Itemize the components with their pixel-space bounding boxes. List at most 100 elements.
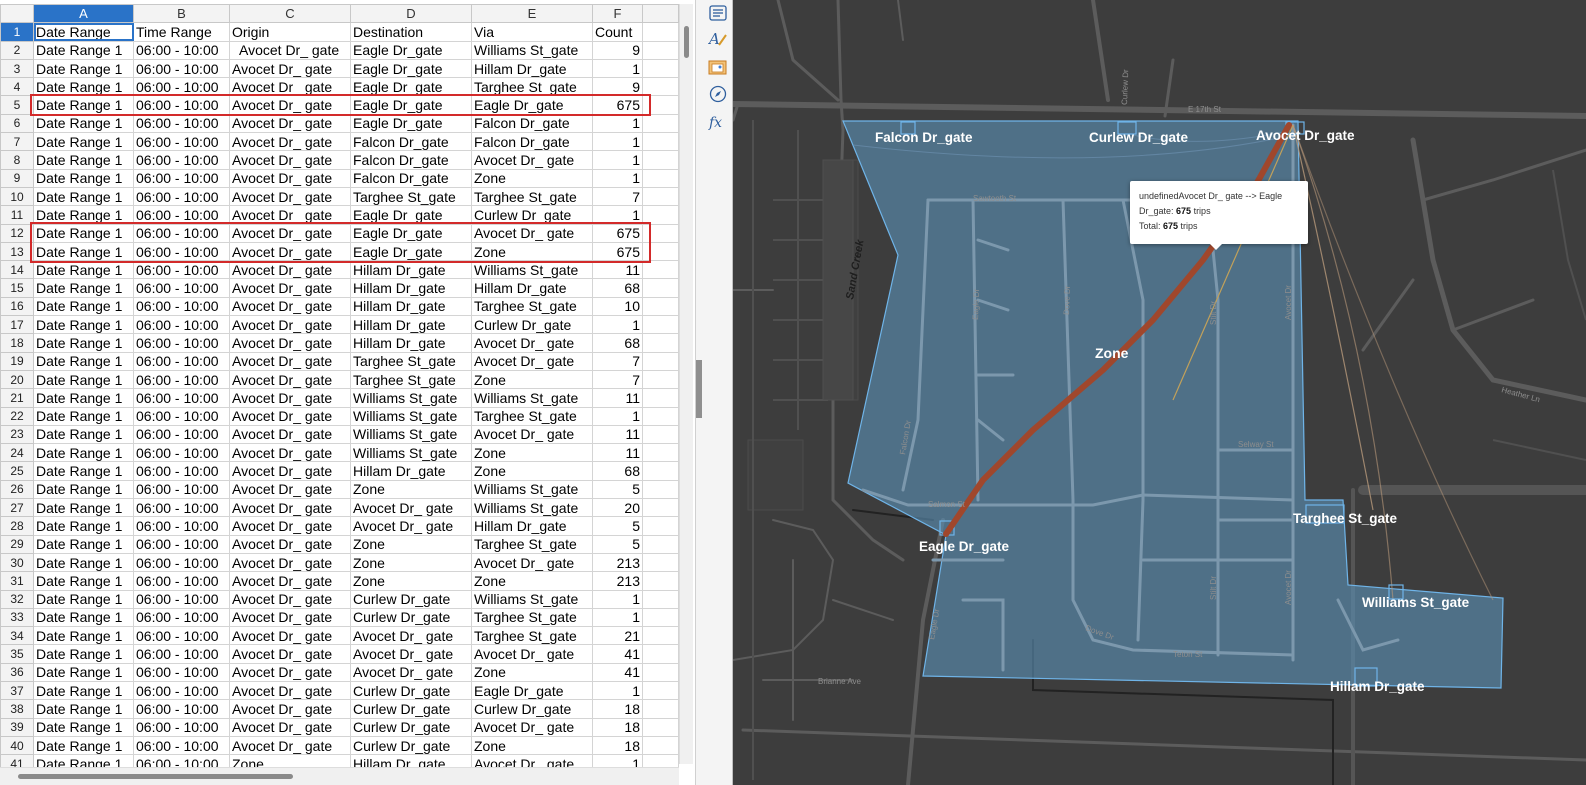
cell[interactable] bbox=[642, 77, 679, 97]
cell[interactable]: 06:00 - 10:00 bbox=[133, 498, 230, 518]
cell[interactable]: 06:00 - 10:00 bbox=[133, 552, 230, 573]
cell[interactable]: 41 bbox=[592, 644, 643, 664]
cell[interactable]: Targhee St_gate bbox=[471, 77, 593, 97]
cell[interactable]: Curlew Dr_gate bbox=[350, 680, 472, 701]
cell[interactable]: Avocet Dr_ gate bbox=[229, 589, 351, 609]
cell[interactable]: Zone bbox=[350, 479, 472, 500]
row-header[interactable]: 17 bbox=[0, 315, 34, 335]
cell[interactable]: Avocet Dr_ gate bbox=[229, 278, 351, 298]
cell[interactable]: Avocet Dr_ gate bbox=[229, 95, 351, 115]
sidebar-collapse-handle[interactable] bbox=[696, 360, 702, 418]
cell[interactable]: Targhee St_gate bbox=[350, 186, 472, 207]
cell[interactable]: Date Range 1 bbox=[33, 150, 134, 170]
cell[interactable]: 06:00 - 10:00 bbox=[133, 113, 230, 134]
cell[interactable]: 06:00 - 10:00 bbox=[133, 58, 230, 79]
cell[interactable]: Eagle Dr_gate bbox=[350, 223, 472, 243]
cell[interactable]: Date Range 1 bbox=[33, 241, 134, 262]
cell[interactable]: Avocet Dr_ gate bbox=[229, 516, 351, 536]
cell[interactable]: Date Range 1 bbox=[33, 223, 134, 243]
cell[interactable] bbox=[642, 278, 679, 298]
cell[interactable]: Hillam Dr_gate bbox=[350, 260, 472, 280]
cell[interactable]: Curlew Dr_gate bbox=[350, 607, 472, 628]
cell[interactable]: Avocet Dr_ gate bbox=[229, 699, 351, 719]
cell[interactable]: Targhee St_gate bbox=[471, 186, 593, 207]
cell[interactable]: Zone bbox=[350, 534, 472, 554]
cell[interactable]: Avocet Dr_ gate bbox=[471, 644, 593, 664]
cell[interactable]: Zone bbox=[471, 443, 593, 463]
cell[interactable]: Avocet Dr_ gate bbox=[229, 406, 351, 426]
cell[interactable]: Williams St_gate bbox=[471, 589, 593, 609]
cell[interactable] bbox=[642, 113, 679, 134]
cell[interactable]: Williams St_gate bbox=[471, 388, 593, 408]
cell[interactable]: Falcon Dr_gate bbox=[471, 113, 593, 134]
cell[interactable]: Avocet Dr_ gate bbox=[229, 150, 351, 170]
cell[interactable]: Date Range 1 bbox=[33, 95, 134, 115]
cell[interactable]: 06:00 - 10:00 bbox=[133, 168, 230, 188]
cell[interactable]: Targhee St_gate bbox=[471, 534, 593, 554]
cell[interactable]: 1 bbox=[592, 168, 643, 188]
cell[interactable]: Date Range 1 bbox=[33, 186, 134, 207]
cell[interactable]: Date Range 1 bbox=[33, 132, 134, 152]
row-header[interactable]: 28 bbox=[0, 516, 34, 536]
cell[interactable]: 06:00 - 10:00 bbox=[133, 150, 230, 170]
cell[interactable]: 06:00 - 10:00 bbox=[133, 717, 230, 737]
row-header[interactable]: 31 bbox=[0, 571, 34, 591]
cell[interactable] bbox=[642, 260, 679, 280]
cell[interactable]: 06:00 - 10:00 bbox=[133, 351, 230, 371]
cell[interactable] bbox=[642, 662, 679, 682]
cell[interactable]: Zone bbox=[471, 735, 593, 756]
cell[interactable] bbox=[642, 205, 679, 225]
cell[interactable]: Avocet Dr_ gate bbox=[229, 552, 351, 573]
cell[interactable] bbox=[642, 424, 679, 445]
cell[interactable]: 9 bbox=[592, 40, 643, 60]
cell[interactable] bbox=[642, 150, 679, 170]
cell[interactable]: Eagle Dr_gate bbox=[350, 58, 472, 79]
cell[interactable]: Date Range bbox=[33, 22, 134, 42]
cell[interactable]: Date Range 1 bbox=[33, 113, 134, 134]
cell[interactable]: 06:00 - 10:00 bbox=[133, 680, 230, 701]
cell[interactable]: 06:00 - 10:00 bbox=[133, 644, 230, 664]
cell[interactable]: Eagle Dr_gate bbox=[350, 241, 472, 262]
cell[interactable]: Avocet Dr_ gate bbox=[350, 626, 472, 646]
cell[interactable]: Avocet Dr_ gate bbox=[229, 77, 351, 97]
cell[interactable]: Eagle Dr_gate bbox=[350, 205, 472, 225]
cell[interactable]: Targhee St_gate bbox=[471, 607, 593, 628]
cell[interactable]: Curlew Dr_gate bbox=[471, 205, 593, 225]
cell[interactable]: 5 bbox=[592, 516, 643, 536]
cell[interactable]: Targhee St_gate bbox=[350, 351, 472, 371]
cell[interactable]: 06:00 - 10:00 bbox=[133, 40, 230, 60]
row-header[interactable]: 33 bbox=[0, 607, 34, 628]
cell[interactable]: Date Range 1 bbox=[33, 333, 134, 353]
row-header[interactable]: 5 bbox=[0, 95, 34, 115]
cell[interactable]: Avocet Dr_ gate bbox=[229, 479, 351, 500]
cell[interactable]: Hillam Dr_gate bbox=[350, 278, 472, 298]
row-header[interactable]: 4 bbox=[0, 77, 34, 97]
cell[interactable] bbox=[642, 735, 679, 756]
cell[interactable]: 11 bbox=[592, 424, 643, 445]
cell[interactable]: Avocet Dr_ gate bbox=[229, 534, 351, 554]
cell[interactable]: 213 bbox=[592, 552, 643, 573]
cell[interactable]: 06:00 - 10:00 bbox=[133, 315, 230, 335]
cell[interactable]: Avocet Dr_ gate bbox=[229, 113, 351, 134]
row-header[interactable]: 26 bbox=[0, 479, 34, 500]
row-header[interactable]: 34 bbox=[0, 626, 34, 646]
cell[interactable]: 06:00 - 10:00 bbox=[133, 516, 230, 536]
cell[interactable]: Hillam Dr_gate bbox=[471, 516, 593, 536]
cell[interactable]: Williams St_gate bbox=[471, 479, 593, 500]
cell[interactable]: Avocet Dr_ gate bbox=[229, 369, 351, 390]
cell[interactable] bbox=[642, 607, 679, 628]
cell[interactable]: Avocet Dr_ gate bbox=[471, 552, 593, 573]
cell[interactable] bbox=[642, 461, 679, 481]
functions-icon[interactable]: fx bbox=[707, 111, 729, 133]
cell[interactable]: Eagle Dr_gate bbox=[350, 95, 472, 115]
cell[interactable]: Date Range 1 bbox=[33, 168, 134, 188]
cell[interactable] bbox=[642, 40, 679, 60]
cell[interactable]: Date Range 1 bbox=[33, 552, 134, 573]
cell[interactable] bbox=[642, 296, 679, 317]
row-header[interactable]: 37 bbox=[0, 680, 34, 701]
row-header[interactable]: 18 bbox=[0, 333, 34, 353]
cell[interactable] bbox=[642, 626, 679, 646]
horizontal-scroll-thumb[interactable] bbox=[18, 774, 293, 779]
cell[interactable] bbox=[642, 351, 679, 371]
cell[interactable]: 10 bbox=[592, 296, 643, 317]
